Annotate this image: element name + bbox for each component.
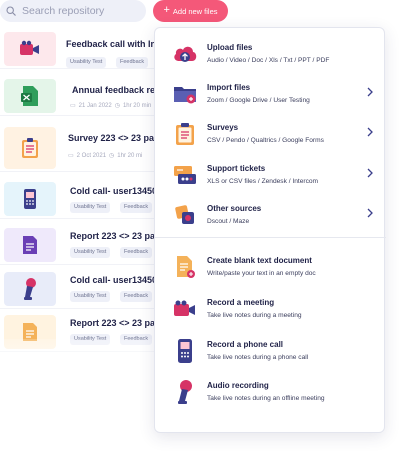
chevron-right-icon [367, 208, 373, 218]
menu-item-title: Import files [207, 83, 251, 92]
menu-item-subtitle: Write/paste your text in an empty doc [207, 270, 316, 277]
add-new-files-button[interactable]: + Add new files [153, 0, 228, 22]
tag-chip: Feedback [120, 247, 153, 258]
menu-item-create-blank-document[interactable]: Create blank text document Write/paste y… [155, 249, 386, 287]
list-item-date: 21 Jan 2022 [78, 102, 112, 109]
folder-import-icon [171, 80, 199, 108]
excel-file-icon [21, 86, 38, 106]
menu-item-title: Record a meeting [207, 298, 275, 307]
menu-divider [155, 237, 386, 238]
phone-icon [24, 189, 36, 209]
list-item-title: Report 223 <> 23 part [70, 231, 162, 241]
list-item-duration: 1hr 20 min [122, 102, 152, 109]
clipboard-icon [22, 138, 38, 158]
menu-item-subtitle: Take live notes during a phone call [207, 354, 309, 361]
video-camera-icon [20, 40, 39, 55]
file-thumbnail [4, 182, 56, 216]
blank-document-icon [171, 253, 199, 281]
ticket-icon [171, 161, 199, 189]
menu-item-surveys[interactable]: Surveys CSV / Pendo / Qualtrics / Google… [155, 116, 386, 154]
menu-item-title: Audio recording [207, 381, 269, 390]
menu-item-subtitle: Take live notes during an offline meetin… [207, 395, 325, 402]
list-item[interactable]: Survey 223 <> 23 parti ▭ 2 Oct 2021 ◷ 1h… [0, 124, 164, 172]
file-thumbnail [4, 79, 56, 113]
calendar-icon: ▭ [68, 153, 74, 159]
menu-item-subtitle: Zoom / Google Drive / User Testing [207, 97, 310, 104]
video-camera-icon [171, 295, 199, 323]
tag-chip: Feedback [116, 57, 149, 68]
menu-item-title: Record a phone call [207, 340, 284, 349]
menu-item-subtitle: CSV / Pendo / Qualtrics / Google Forms [207, 137, 324, 144]
list-item-title: Cold call- user134506 [70, 275, 163, 285]
menu-item-record-phone-call[interactable]: Record a phone call Take live notes duri… [155, 333, 386, 371]
tag-chip: Usability Test [70, 202, 111, 213]
list-item-title: Feedback call with Inc [66, 39, 162, 49]
document-icon [23, 236, 37, 254]
menu-item-title: Surveys [207, 123, 239, 132]
list-item-meta: ▭ 21 Jan 2022 ◷ 1hr 20 min [70, 102, 152, 110]
list-item[interactable]: Cold call- user134506 Usability Test Fee… [0, 269, 163, 309]
menu-item-upload-files[interactable]: Upload files Audio / Video / Doc / Xls /… [155, 36, 386, 74]
menu-item-support-tickets[interactable]: Support tickets XLS or CSV files / Zende… [155, 157, 386, 195]
menu-item-title: Support tickets [207, 164, 266, 173]
chevron-right-icon [367, 168, 373, 178]
menu-item-other-sources[interactable]: Other sources Dscout / Maze [155, 197, 386, 235]
file-thumbnail [4, 127, 56, 169]
add-new-files-label: Add new files [172, 6, 218, 16]
phone-icon [171, 337, 199, 365]
menu-item-import-files[interactable]: Import files Zoom / Google Drive / User … [155, 76, 386, 114]
calendar-icon: ▭ [70, 103, 76, 109]
menu-item-record-meeting[interactable]: Record a meeting Take live notes during … [155, 291, 386, 329]
list-item[interactable]: Cold call- user134506 Usability Test Fee… [0, 179, 163, 219]
add-files-dropdown: Upload files Audio / Video / Doc / Xls /… [154, 27, 386, 433]
tag-chip: Feedback [120, 291, 153, 302]
other-sources-icon [171, 201, 199, 229]
menu-item-title: Upload files [207, 43, 253, 52]
tag-chip: Feedback [120, 202, 153, 213]
file-thumbnail [4, 228, 56, 262]
search-bar[interactable] [0, 0, 146, 22]
menu-item-title: Other sources [207, 204, 262, 213]
list-item[interactable]: Report 223 <> 23 part Usability Test Fee… [0, 225, 162, 265]
search-icon [6, 6, 16, 16]
list-item-title: Survey 223 <> 23 parti [68, 133, 164, 143]
cloud-upload-icon [171, 40, 199, 68]
chevron-right-icon [367, 127, 373, 137]
chevron-right-icon [367, 87, 373, 97]
clock-icon: ◷ [109, 153, 115, 159]
microphone-icon [24, 278, 36, 300]
list-fade-overlay [0, 339, 160, 379]
microphone-icon [171, 378, 199, 406]
list-item-date: 2 Oct 2021 [76, 152, 107, 159]
tag-chip: Usability Test [70, 291, 111, 302]
clock-icon: ◷ [114, 103, 120, 109]
menu-item-audio-recording[interactable]: Audio recording Take live notes during a… [155, 374, 386, 412]
plus-icon: + [163, 4, 170, 16]
file-thumbnail [4, 272, 56, 306]
list-item-meta: ▭ 2 Oct 2021 ◷ 1hr 20 mi [68, 152, 143, 160]
menu-item-subtitle: Audio / Video / Doc / Xls / Txt / PPT / … [207, 57, 330, 64]
tag-chip: Usability Test [66, 57, 107, 68]
list-item[interactable]: Annual feedback repor ▭ 21 Jan 2022 ◷ 1h… [0, 76, 170, 116]
file-thumbnail [4, 32, 56, 66]
list-item-duration: 1hr 20 mi [117, 152, 143, 159]
list-item-title: Report 223 <> 23 part [70, 318, 162, 328]
menu-item-subtitle: Dscout / Maze [207, 218, 250, 225]
tag-chip: Usability Test [70, 247, 111, 258]
search-input[interactable] [22, 5, 132, 17]
survey-clipboard-icon [171, 120, 199, 148]
menu-item-subtitle: Take live notes during a meeting [207, 312, 302, 319]
list-item-title: Cold call- user134506 [70, 186, 163, 196]
list-item[interactable]: Feedback call with Inc Usability Test Fe… [0, 29, 162, 69]
menu-item-title: Create blank text document [207, 256, 312, 265]
menu-item-subtitle: XLS or CSV files / Zendesk / Intercom [207, 178, 319, 185]
